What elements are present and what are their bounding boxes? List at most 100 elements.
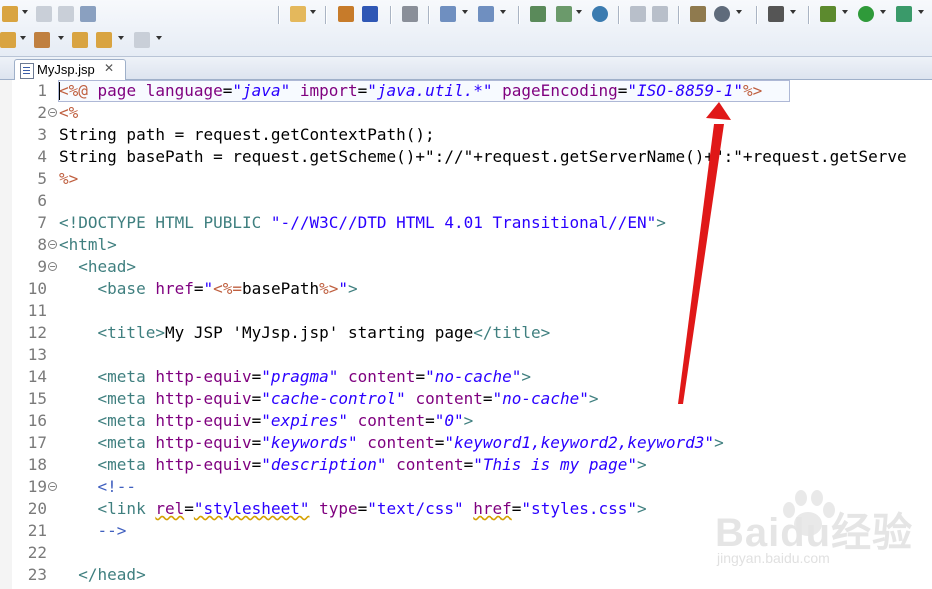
forward-history-icon[interactable] xyxy=(652,6,668,22)
open-type-icon[interactable] xyxy=(478,6,494,22)
deploy-icon[interactable] xyxy=(362,6,378,22)
base-tag: <base xyxy=(97,279,156,298)
attr-content: content xyxy=(357,411,426,430)
code-line[interactable]: 8− <html> xyxy=(0,234,932,256)
code-line[interactable]: 10 <base href="<%=basePath%>"> xyxy=(0,278,932,300)
close-icon[interactable]: ✕ xyxy=(104,61,114,75)
run-wizard-icon[interactable] xyxy=(440,6,456,22)
run-wizard-dropdown-icon[interactable] xyxy=(462,10,468,14)
fold-toggle-icon[interactable]: − xyxy=(48,262,57,271)
attr-type: type xyxy=(319,499,358,518)
scriptlet-open: <% xyxy=(59,103,79,122)
code-line[interactable]: 12 <title>My JSP 'MyJsp.jsp' starting pa… xyxy=(0,322,932,344)
toolbar-row-1 xyxy=(0,2,932,28)
next-annotation-dropdown-icon[interactable] xyxy=(58,36,64,40)
value-content: "no-cache" xyxy=(425,367,522,386)
camera-dropdown-icon[interactable] xyxy=(790,10,796,14)
tab-myjsp[interactable]: MyJsp.jsp ✕ xyxy=(14,59,126,80)
code-line[interactable]: 11 xyxy=(0,300,932,322)
camera-icon[interactable] xyxy=(768,6,784,22)
doctype-value: "-//W3C//DTD HTML 4.01 Transitional//EN" xyxy=(270,213,657,232)
package-icon[interactable] xyxy=(338,6,354,22)
back-dropdown-icon[interactable] xyxy=(118,36,124,40)
annotation-icon[interactable] xyxy=(0,32,16,48)
code-line[interactable]: 18 <meta http-equiv="description" conten… xyxy=(0,454,932,476)
next-annotation-icon[interactable] xyxy=(34,32,50,48)
forward-dropdown-icon[interactable] xyxy=(156,36,162,40)
line-number: 16 xyxy=(27,411,47,430)
run-icon[interactable] xyxy=(858,6,874,22)
server-icon[interactable] xyxy=(402,6,418,22)
code-line[interactable]: 3 String path = request.getContextPath(); xyxy=(0,124,932,146)
hierarchy-icon[interactable] xyxy=(530,6,546,22)
code-line[interactable]: 9− <head> xyxy=(0,256,932,278)
new-icon[interactable] xyxy=(2,6,18,22)
code-line[interactable]: 14 <meta http-equiv="pragma" content="no… xyxy=(0,366,932,388)
line-number: 2 xyxy=(37,103,47,122)
scriptlet-close: %> xyxy=(59,169,79,188)
print-icon[interactable] xyxy=(80,6,96,22)
fold-toggle-icon[interactable]: − xyxy=(48,108,57,117)
new-project-icon[interactable] xyxy=(290,6,306,22)
toolbar-separator xyxy=(390,6,391,24)
code-content: String basePath = request.getScheme()+":… xyxy=(59,146,907,168)
code-line[interactable]: 6 xyxy=(0,190,932,212)
browser-icon[interactable] xyxy=(714,6,730,22)
code-line[interactable]: 13 xyxy=(0,344,932,366)
code-text: String basePath = request.getScheme()+":… xyxy=(59,147,907,166)
browser-dropdown-icon[interactable] xyxy=(736,10,742,14)
line-number: 7 xyxy=(37,213,47,232)
last-edit-icon[interactable] xyxy=(72,32,88,48)
line-number: 8 xyxy=(37,235,47,254)
jsp-file-icon xyxy=(20,63,34,79)
save-icon[interactable] xyxy=(36,6,52,22)
head-close-tag: </head> xyxy=(78,565,146,584)
code-line[interactable]: 5 %> xyxy=(0,168,932,190)
outline-icon[interactable] xyxy=(556,6,572,22)
fold-toggle-icon[interactable]: − xyxy=(48,240,57,249)
forward-icon[interactable] xyxy=(134,32,150,48)
debug-dropdown-icon[interactable] xyxy=(842,10,848,14)
code-line[interactable]: 4 String basePath = request.getScheme()+"… xyxy=(0,146,932,168)
attr-language: language xyxy=(145,81,223,100)
watermark-url: jingyan.baidu.com xyxy=(717,550,830,566)
back-icon[interactable] xyxy=(96,32,112,48)
open-type-dropdown-icon[interactable] xyxy=(500,10,506,14)
new-project-dropdown-icon[interactable] xyxy=(310,10,316,14)
toolbar-row-2 xyxy=(0,28,932,54)
comment-open: <!-- xyxy=(97,477,137,496)
code-content: <meta http-equiv="cache-control" content… xyxy=(97,389,599,408)
line-number: 5 xyxy=(37,169,47,188)
code-line[interactable]: 15 <meta http-equiv="cache-control" cont… xyxy=(0,388,932,410)
code-line[interactable]: 7 <!DOCTYPE HTML PUBLIC "-//W3C//DTD HTML… xyxy=(0,212,932,234)
external-tools-dropdown-icon[interactable] xyxy=(918,10,924,14)
properties-icon[interactable] xyxy=(690,6,706,22)
attr-http-equiv: http-equiv xyxy=(155,411,252,430)
globe-icon[interactable] xyxy=(592,6,608,22)
outline-dropdown-icon[interactable] xyxy=(576,10,582,14)
code-line[interactable]: 16 <meta http-equiv="expires" content="0… xyxy=(0,410,932,432)
run-dropdown-icon[interactable] xyxy=(880,10,886,14)
code-line[interactable]: 17 <meta http-equiv="keywords" content="… xyxy=(0,432,932,454)
fold-toggle-icon[interactable]: − xyxy=(48,482,57,491)
equals: = xyxy=(193,279,204,298)
line-number: 20 xyxy=(27,499,47,518)
new-dropdown-icon[interactable] xyxy=(22,10,28,14)
code-line[interactable]: 1 <%@ page language="java" import="java.u… xyxy=(0,80,932,102)
attr-content: content xyxy=(367,433,435,452)
attr-content: content xyxy=(348,367,416,386)
code-text: String path = request.getContextPath(); xyxy=(59,125,435,144)
code-content: <!DOCTYPE HTML PUBLIC "-//W3C//DTD HTML … xyxy=(59,212,666,234)
code-line[interactable]: 2− <% xyxy=(0,102,932,124)
editor-tab-bar: MyJsp.jsp ✕ xyxy=(0,57,932,80)
quote: " xyxy=(338,279,349,298)
title-close-tag: </title> xyxy=(473,323,551,342)
external-tools-icon[interactable] xyxy=(896,6,912,22)
line-number: 11 xyxy=(27,301,47,320)
line-number: 23 xyxy=(27,565,47,584)
save-all-icon[interactable] xyxy=(58,6,74,22)
annotation-dropdown-icon[interactable] xyxy=(20,36,26,40)
meta-tag: <meta xyxy=(97,367,156,386)
debug-icon[interactable] xyxy=(820,6,836,22)
back-history-icon[interactable] xyxy=(630,6,646,22)
